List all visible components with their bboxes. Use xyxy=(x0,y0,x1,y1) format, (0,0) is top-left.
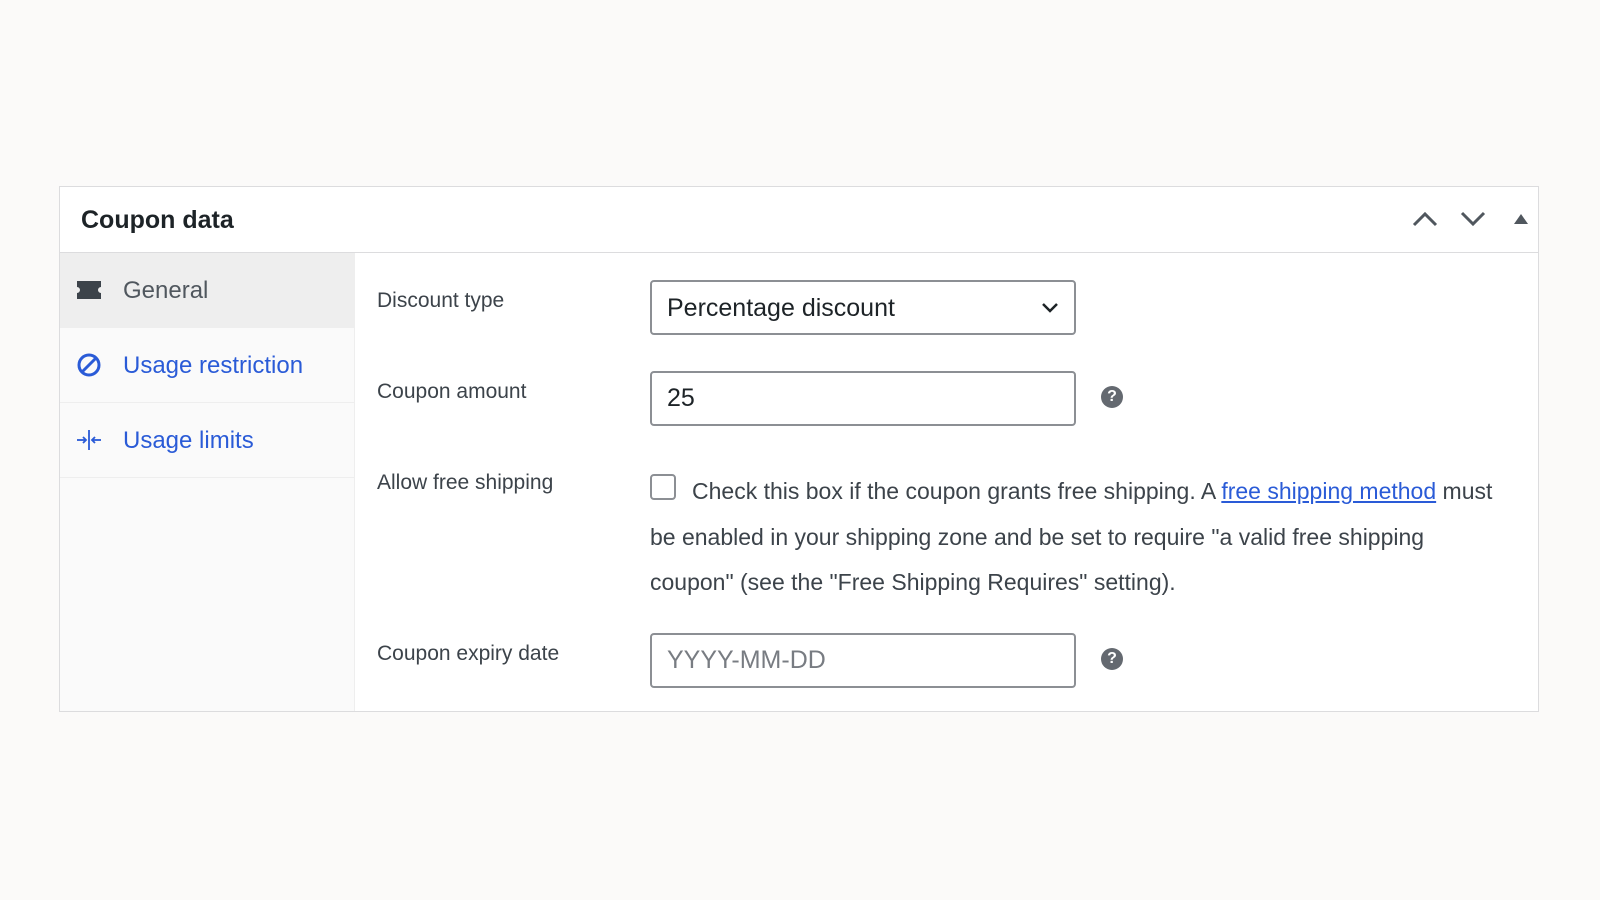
tab-usage-limits[interactable]: Usage limits xyxy=(60,403,354,478)
ban-icon xyxy=(75,352,103,378)
discount-type-select[interactable]: Percentage discount xyxy=(650,280,1076,335)
tab-label-usage-restriction: Usage restriction xyxy=(123,352,304,379)
panel-header: Coupon data xyxy=(60,187,1538,253)
discount-type-label: Discount type xyxy=(377,289,505,312)
tab-label-general: General xyxy=(123,277,209,304)
tab-label-usage-limits: Usage limits xyxy=(123,427,254,454)
coupon-amount-help-icon[interactable]: ? xyxy=(1101,386,1123,408)
expiry-date-input[interactable] xyxy=(652,635,1074,686)
discount-type-value: Percentage discount xyxy=(667,294,895,322)
toggle-panel-button[interactable] xyxy=(1503,201,1539,237)
expiry-date-field[interactable] xyxy=(650,633,1076,688)
panel-title: Coupon data xyxy=(81,206,234,234)
chevron-down-icon xyxy=(1460,211,1486,227)
free-shipping-label: Allow free shipping xyxy=(377,471,554,494)
move-down-button[interactable] xyxy=(1455,201,1491,237)
tab-general[interactable]: General xyxy=(60,253,354,328)
chevron-up-icon xyxy=(1412,211,1438,227)
free-shipping-description: Check this box if the coupon grants free… xyxy=(650,469,1510,606)
triangle-up-icon xyxy=(1514,214,1528,224)
ticket-icon xyxy=(75,277,103,303)
coupon-amount-label: Coupon amount xyxy=(377,380,527,403)
tab-usage-restriction[interactable]: Usage restriction xyxy=(60,328,354,403)
limits-icon xyxy=(75,427,103,453)
general-tab-content: Discount type Percentage discount Coupon… xyxy=(355,253,1538,711)
move-up-button[interactable] xyxy=(1407,201,1443,237)
chevron-down-icon xyxy=(1042,303,1058,313)
expiry-date-label: Coupon expiry date xyxy=(377,642,560,665)
free-shipping-method-link[interactable]: free shipping method xyxy=(1221,478,1436,504)
coupon-amount-field[interactable] xyxy=(650,371,1076,426)
expiry-date-help-icon[interactable]: ? xyxy=(1101,648,1123,670)
coupon-data-panel: Coupon data General Usage restriction Us… xyxy=(59,186,1539,712)
free-shipping-text-before: Check this box if the coupon grants free… xyxy=(692,478,1222,504)
coupon-tabs: General Usage restriction Usage limits xyxy=(60,253,355,711)
coupon-amount-input[interactable] xyxy=(652,373,1074,424)
